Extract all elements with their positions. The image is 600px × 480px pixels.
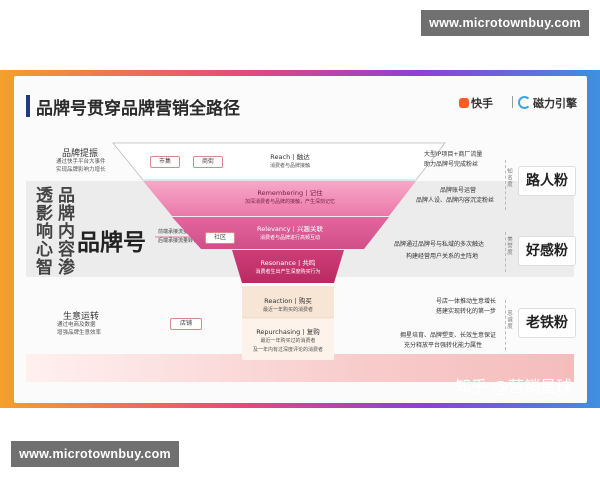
zhihu-credit: 知乎 @营销星球 bbox=[455, 377, 573, 396]
right-g3-vertical: 忠诚度 bbox=[506, 310, 512, 330]
right-g1-d2: 助力品牌号完成粉丝 bbox=[424, 161, 479, 168]
layer-repurchasing-sub1: 最近一年购买过的消费者 bbox=[260, 338, 316, 344]
layer-repurchasing-sub2: 及一年内有过深度评论的消费者 bbox=[252, 347, 323, 353]
tag-merchant: 商街 bbox=[193, 156, 223, 168]
right-g3-d4: 充分释放平台强转化能力属性 bbox=[404, 342, 483, 349]
right-g2-vertical: 美誉度 bbox=[506, 236, 512, 256]
tag-store: 店铺 bbox=[170, 318, 202, 330]
fan-pill-favorable: 好感粉 bbox=[518, 236, 576, 266]
layer-reaction-sub: 最近一年购买的消费者 bbox=[262, 307, 313, 313]
tag-market: 市集 bbox=[150, 156, 180, 168]
right-g3-d2: 搭建实现转化的第一步 bbox=[436, 308, 497, 315]
layer-remembering-title: Remembering丨记住 bbox=[257, 189, 323, 197]
right-g2-d1: 品牌通过品牌号与私域的多次触达 bbox=[394, 241, 485, 248]
layer-repurchasing-title: Repurchasing丨复购 bbox=[256, 328, 320, 336]
layer-resonance-title: Resonance丨共鸣 bbox=[260, 259, 316, 267]
right-g1-d3: 品牌账号运营 bbox=[440, 187, 477, 194]
right-g3-d3: 拥星培育、品牌塑变、长效生意保证 bbox=[400, 332, 497, 339]
layer-relevancy-sub: 消费者与品牌进行高频互动 bbox=[259, 235, 320, 241]
layer-reach-title: Reach丨触达 bbox=[270, 153, 310, 161]
right-g3-d1: 号店一体推动生意增长 bbox=[436, 298, 497, 305]
layer-resonance-sub: 消费者生出产生深度购买行为 bbox=[255, 269, 321, 275]
layer-relevancy-title: Relevancy丨兴趣关联 bbox=[257, 225, 323, 233]
right-g1-d4: 品牌人设、品牌内容沉淀粉丝 bbox=[416, 197, 495, 204]
layer-remembering-sub: 加深消费者与品牌的接触，产生深刻记忆 bbox=[244, 199, 335, 205]
fan-pill-passerby: 路人粉 bbox=[518, 166, 576, 196]
layer-reach-sub: 消费者与品牌接触 bbox=[269, 163, 310, 169]
layer-reaction-title: Reaction丨购买 bbox=[264, 297, 312, 305]
right-g2-d2: 构建经营用户关系的主阵地 bbox=[406, 253, 479, 260]
right-g1-d1: 大型IP项目+商厂流量 bbox=[424, 151, 483, 158]
right-g1-vertical: 知名度 bbox=[506, 168, 512, 188]
watermark-bottom: www.microtownbuy.com bbox=[11, 441, 179, 467]
fan-pill-loyal: 老铁粉 bbox=[518, 308, 576, 338]
